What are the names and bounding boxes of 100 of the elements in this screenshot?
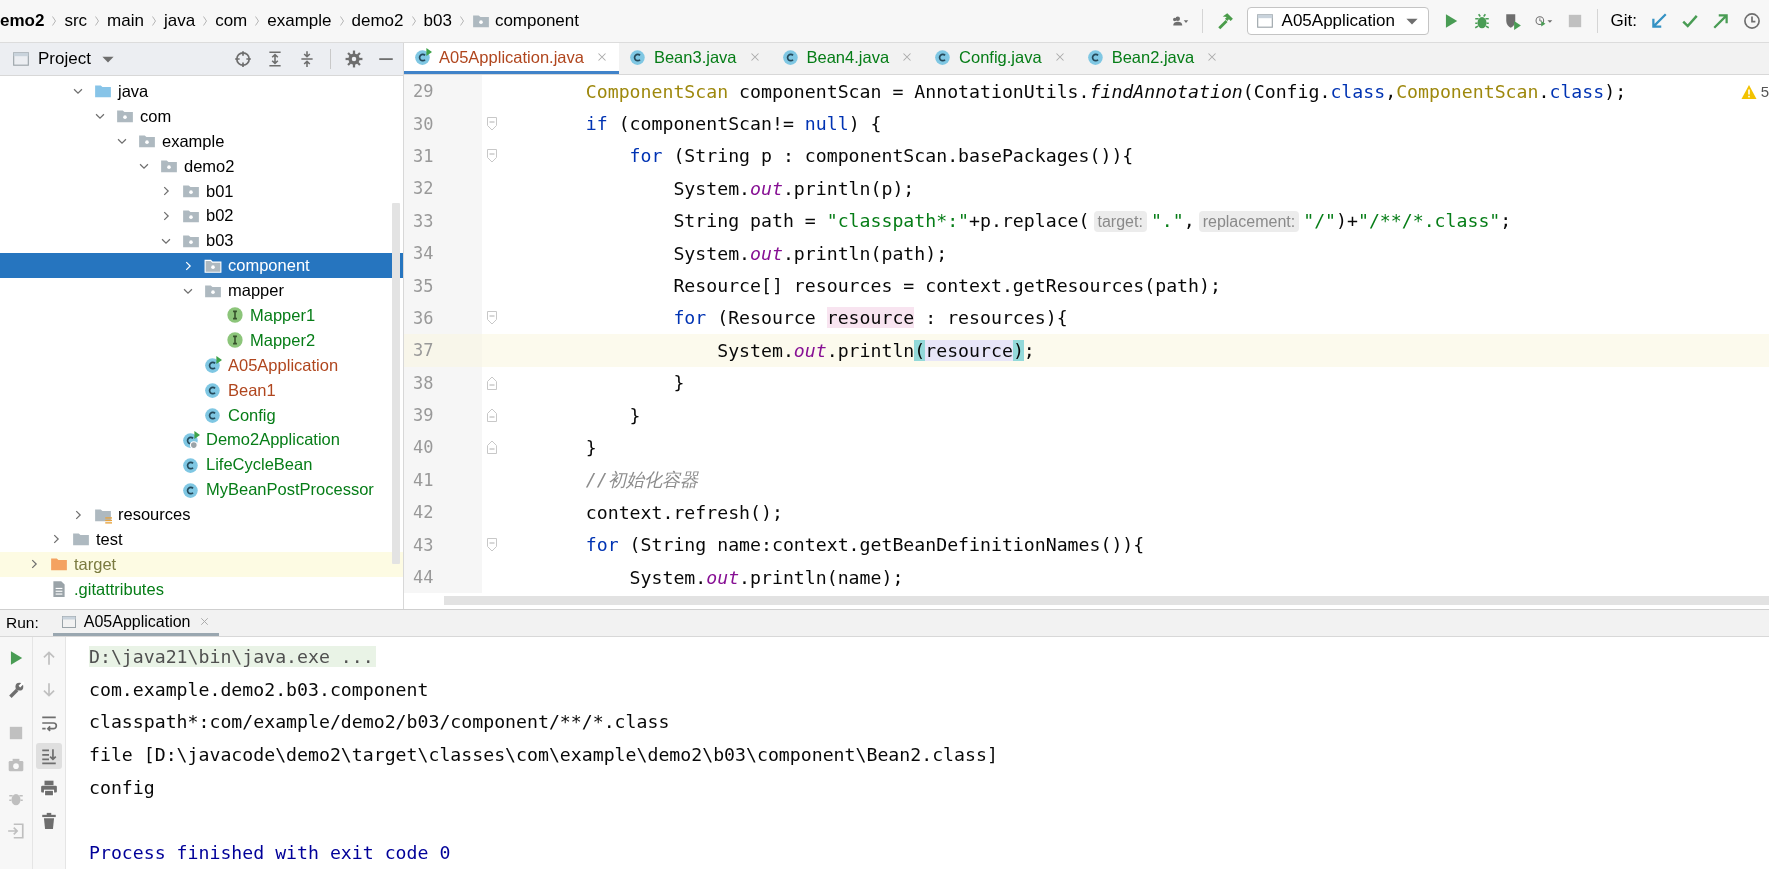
line-number: 32 [413,178,434,199]
scrollbar[interactable] [392,203,400,564]
scroll-to-end-icon [40,746,58,765]
breadcrumb-item[interactable]: component [471,11,579,31]
breadcrumb-item[interactable]: demo2 [351,11,404,31]
interface-icon [226,331,244,350]
warning-icon [1740,83,1757,100]
breadcrumb-item[interactable]: java [163,11,196,31]
line-number: 34 [413,243,434,264]
project-view-selector[interactable]: Project [12,49,117,69]
tree-item[interactable]: java [0,79,403,104]
tree-item[interactable]: MyBeanPostProcessor [0,477,403,503]
up-right-arrow-icon[interactable] [1712,12,1730,30]
editor-tab[interactable]: Config.java [924,43,1077,74]
class-icon [182,480,200,499]
console-line: classpath*:com/example/demo2/b03/component/**/*.class [89,711,670,733]
tree-item[interactable]: com [0,103,403,129]
line-number: 35 [413,275,434,296]
line-number: 42 [413,502,434,523]
class-icon [204,406,222,424]
tree-item[interactable]: target [0,551,403,577]
runnable-class-icon [414,48,432,66]
line-number: 44 [413,567,434,588]
tree-item[interactable]: demo2 [0,153,403,179]
breadcrumb-item[interactable]: example [267,11,332,31]
fold-marker-icon[interactable] [484,147,500,164]
code-line: System.out.println(path); [673,242,948,264]
fold-marker-icon[interactable] [484,439,500,456]
run-tab[interactable]: A05Application [52,610,219,637]
code-line: ComponentScan componentScan = AnnotationUtils.findAnnotation(Config.class,ComponentScan.class); [585,80,1627,102]
breadcrumb-item[interactable]: main [107,11,144,31]
code-line: System.out.println(resource); [717,339,1035,361]
editor-tab[interactable]: Bean2.java [1076,43,1230,74]
tree-item[interactable]: LifeCycleBean [0,452,403,478]
tool-button[interactable] [36,742,62,769]
editor-tab[interactable]: Bean4.java [771,43,925,74]
line-number: 30 [413,113,434,134]
scrollbar[interactable] [444,596,1769,605]
crosshair-icon[interactable] [234,50,252,68]
tree-item[interactable]: Mapper1 [0,303,403,328]
window-icon [1255,12,1274,30]
tree-item[interactable]: mapper [0,278,403,303]
code-line: System.out.println(name); [629,566,904,588]
fold-marker-icon[interactable] [484,407,500,424]
line-number: 38 [413,372,434,393]
window-icon [12,50,30,68]
code-line: //初始化容器 [585,468,698,493]
editor-tab[interactable]: Bean3.java [618,43,772,74]
tree-item[interactable]: .gitattributes [0,576,403,602]
clock-icon[interactable] [1743,12,1761,30]
check-icon[interactable] [1681,12,1699,30]
bug-icon[interactable] [1472,12,1491,30]
wrench-icon [7,681,25,700]
editor-tab[interactable]: A05Application.java [404,43,619,74]
code-line: } [673,372,685,394]
collapse-all-icon[interactable] [298,50,316,68]
tree-item[interactable]: component [0,253,403,279]
tree-item[interactable]: resources [0,502,403,528]
code-line: for (String p : componentScan.basePackages()){ [629,145,1134,167]
console-line: Process finished with exit code 0 [89,842,451,864]
git-label: Git: [1610,11,1637,31]
run-label: Run: [6,614,39,633]
tree-item[interactable]: Demo2Application [0,427,403,453]
fold-marker-icon[interactable] [484,309,500,326]
fold-marker-icon[interactable] [484,374,500,391]
code-line: for (Resource resource : resources){ [673,307,1068,329]
tree-item[interactable]: A05Application [0,352,403,378]
tree-item[interactable]: test [0,527,403,552]
breadcrumb-item[interactable]: com [215,11,248,31]
tree-item[interactable]: b01 [0,178,403,204]
line-number: 36 [413,307,434,328]
code-line: for (String name:context.getBeanDefinitionNames()){ [585,534,1145,556]
console-line: config [89,776,155,798]
console-line: file [D:\javacode\demo2\target\classes\com\example\demo2\b03\component\Bean2.class] [89,744,998,766]
down-left-arrow-icon[interactable] [1650,12,1668,30]
breadcrumb-item[interactable]: emo2 [0,11,45,31]
tree-item[interactable]: example [0,128,403,154]
line-number: 39 [413,405,434,426]
tree-item[interactable]: Mapper2 [0,327,403,353]
tree-item[interactable]: Bean1 [0,377,403,403]
code-line: } [629,404,641,426]
settings-icon[interactable] [345,50,363,68]
tree-item[interactable]: Config [0,402,403,428]
tree-item[interactable]: b02 [0,203,403,229]
console-line: com.example.demo2.b03.component [89,678,429,700]
run-config-dropdown[interactable]: A05Application [1246,7,1429,35]
file-icon [50,580,68,599]
trash-icon [40,811,58,830]
inspection-widget[interactable]: 5 [1740,83,1769,100]
interface-icon [226,306,244,325]
code-line: if (componentScan!= null) { [585,113,882,135]
coverage-icon[interactable] [1503,12,1522,30]
expand-all-icon[interactable] [266,50,284,68]
class-icon [781,48,800,66]
breadcrumb-item[interactable]: src [64,11,88,31]
fold-marker-icon[interactable] [484,536,500,553]
line-number: 37 [413,340,434,361]
breadcrumb-item[interactable]: b03 [423,11,452,31]
tree-item[interactable]: b03 [0,228,403,254]
fold-marker-icon[interactable] [484,115,500,132]
